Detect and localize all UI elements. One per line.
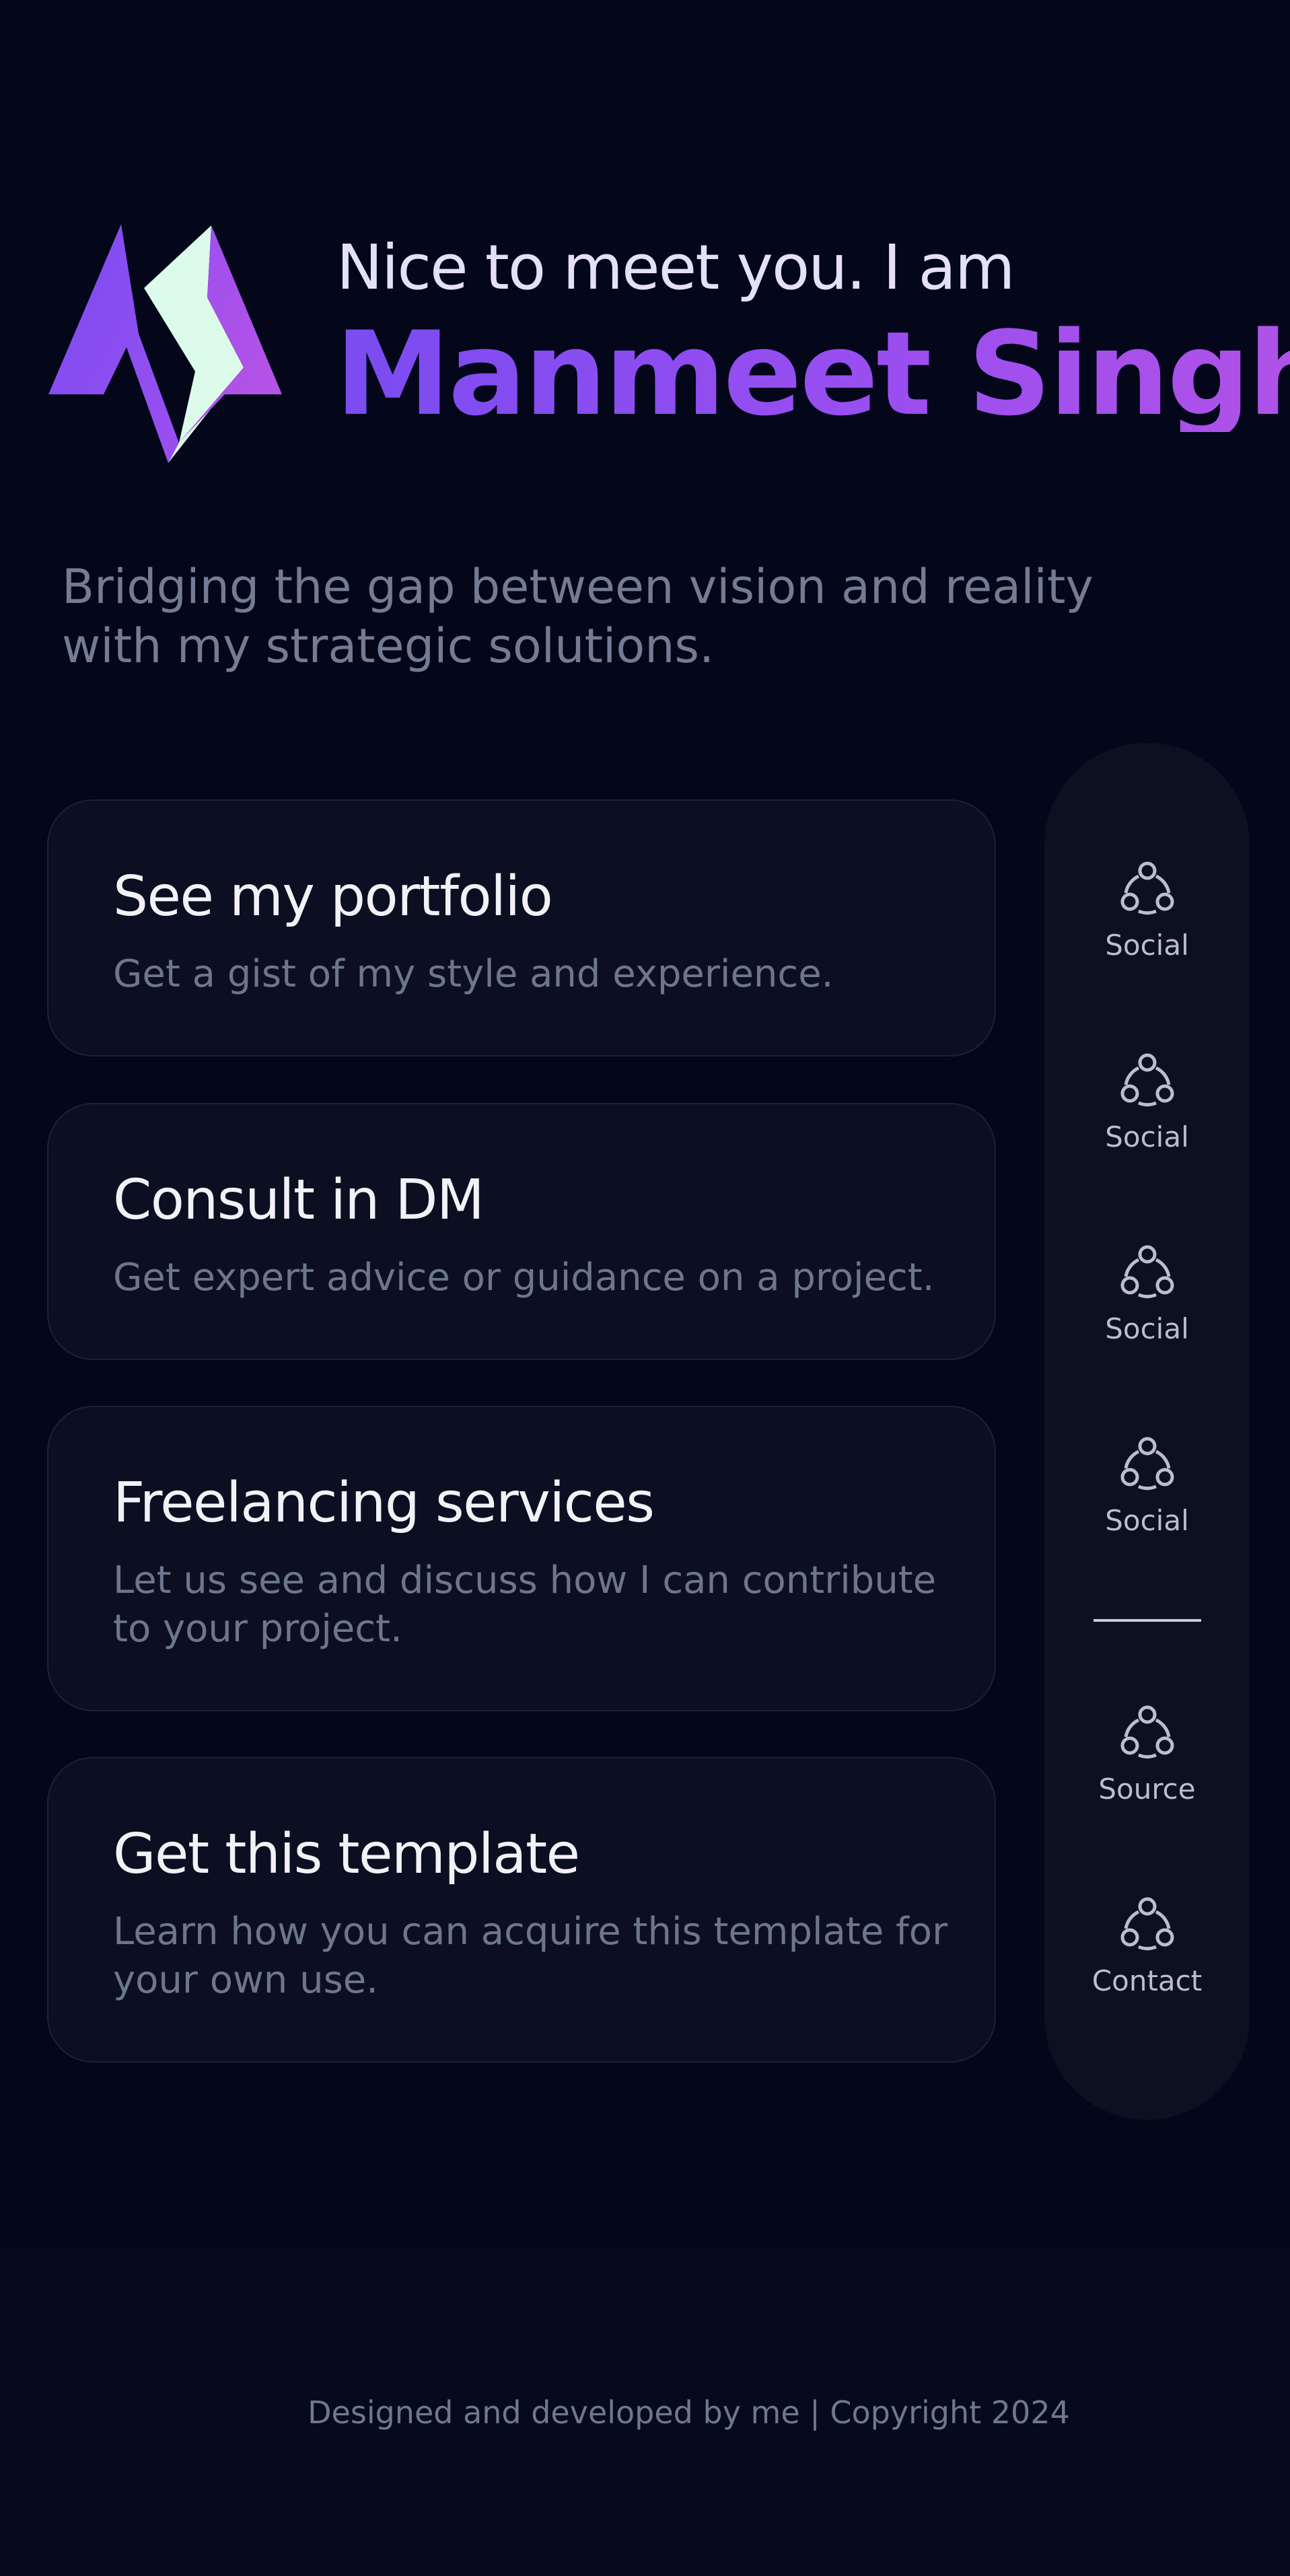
sidebar-item-label: Source (1098, 1773, 1196, 1805)
sidebar-item-label: Social (1105, 1120, 1189, 1153)
sidebar-item-social-2[interactable]: Social (1044, 1049, 1250, 1177)
social-sidebar: Social Social Social Social Source Conta… (1044, 743, 1250, 2120)
card-description: Learn how you can acquire this template … (113, 1910, 948, 2002)
card-freelancing[interactable]: Freelancing services Let us see and disc… (47, 1406, 996, 1711)
card-consult-dm[interactable]: Consult in DM Get expert advice or guida… (47, 1103, 996, 1360)
share-nodes-icon (1120, 1897, 1174, 1951)
card-template[interactable]: Get this template Learn how you can acqu… (47, 1757, 996, 2063)
card-title: Get this template (113, 1822, 580, 1886)
brand-logo-icon (48, 224, 282, 463)
tagline-text: Bridging the gap between vision and real… (62, 559, 1094, 674)
sidebar-item-label: Contact (1091, 1964, 1203, 1997)
card-description: Let us see and discuss how I can contrib… (113, 1559, 937, 1651)
sidebar-item-contact[interactable]: Contact (1044, 1893, 1250, 2021)
share-nodes-icon (1120, 1437, 1174, 1491)
card-title: See my portfolio (113, 865, 553, 929)
sidebar-item-social-3[interactable]: Social (1044, 1241, 1250, 1369)
sidebar-item-source[interactable]: Source (1044, 1701, 1250, 1829)
page: Nice to meet you. I am Manmeet Singh Bri… (0, 0, 1290, 2576)
owner-name-heading: Manmeet Singh (335, 316, 1290, 432)
card-title: Consult in DM (113, 1168, 485, 1232)
card-title: Freelancing services (113, 1471, 655, 1535)
sidebar-item-label: Social (1105, 1504, 1189, 1537)
share-nodes-icon (1120, 1245, 1174, 1299)
sidebar-divider (1094, 1619, 1201, 1622)
sidebar-item-label: Social (1105, 1312, 1189, 1345)
footer-copyright: Designed and developed by me | Copyright… (308, 2394, 1070, 2431)
greeting-text: Nice to meet you. I am (336, 231, 1015, 303)
sidebar-item-social-1[interactable]: Social (1044, 857, 1250, 985)
card-description: Get expert advice or guidance on a proje… (113, 1256, 935, 1299)
sidebar-item-label: Social (1105, 929, 1189, 962)
share-nodes-icon (1120, 1053, 1174, 1107)
card-portfolio[interactable]: See my portfolio Get a gist of my style … (47, 799, 996, 1057)
share-nodes-icon (1120, 1705, 1174, 1759)
share-nodes-icon (1120, 861, 1174, 915)
card-description: Get a gist of my style and experience. (113, 952, 834, 996)
footer: Designed and developed by me | Copyright… (0, 2248, 1290, 2576)
sidebar-item-social-4[interactable]: Social (1044, 1433, 1250, 1561)
